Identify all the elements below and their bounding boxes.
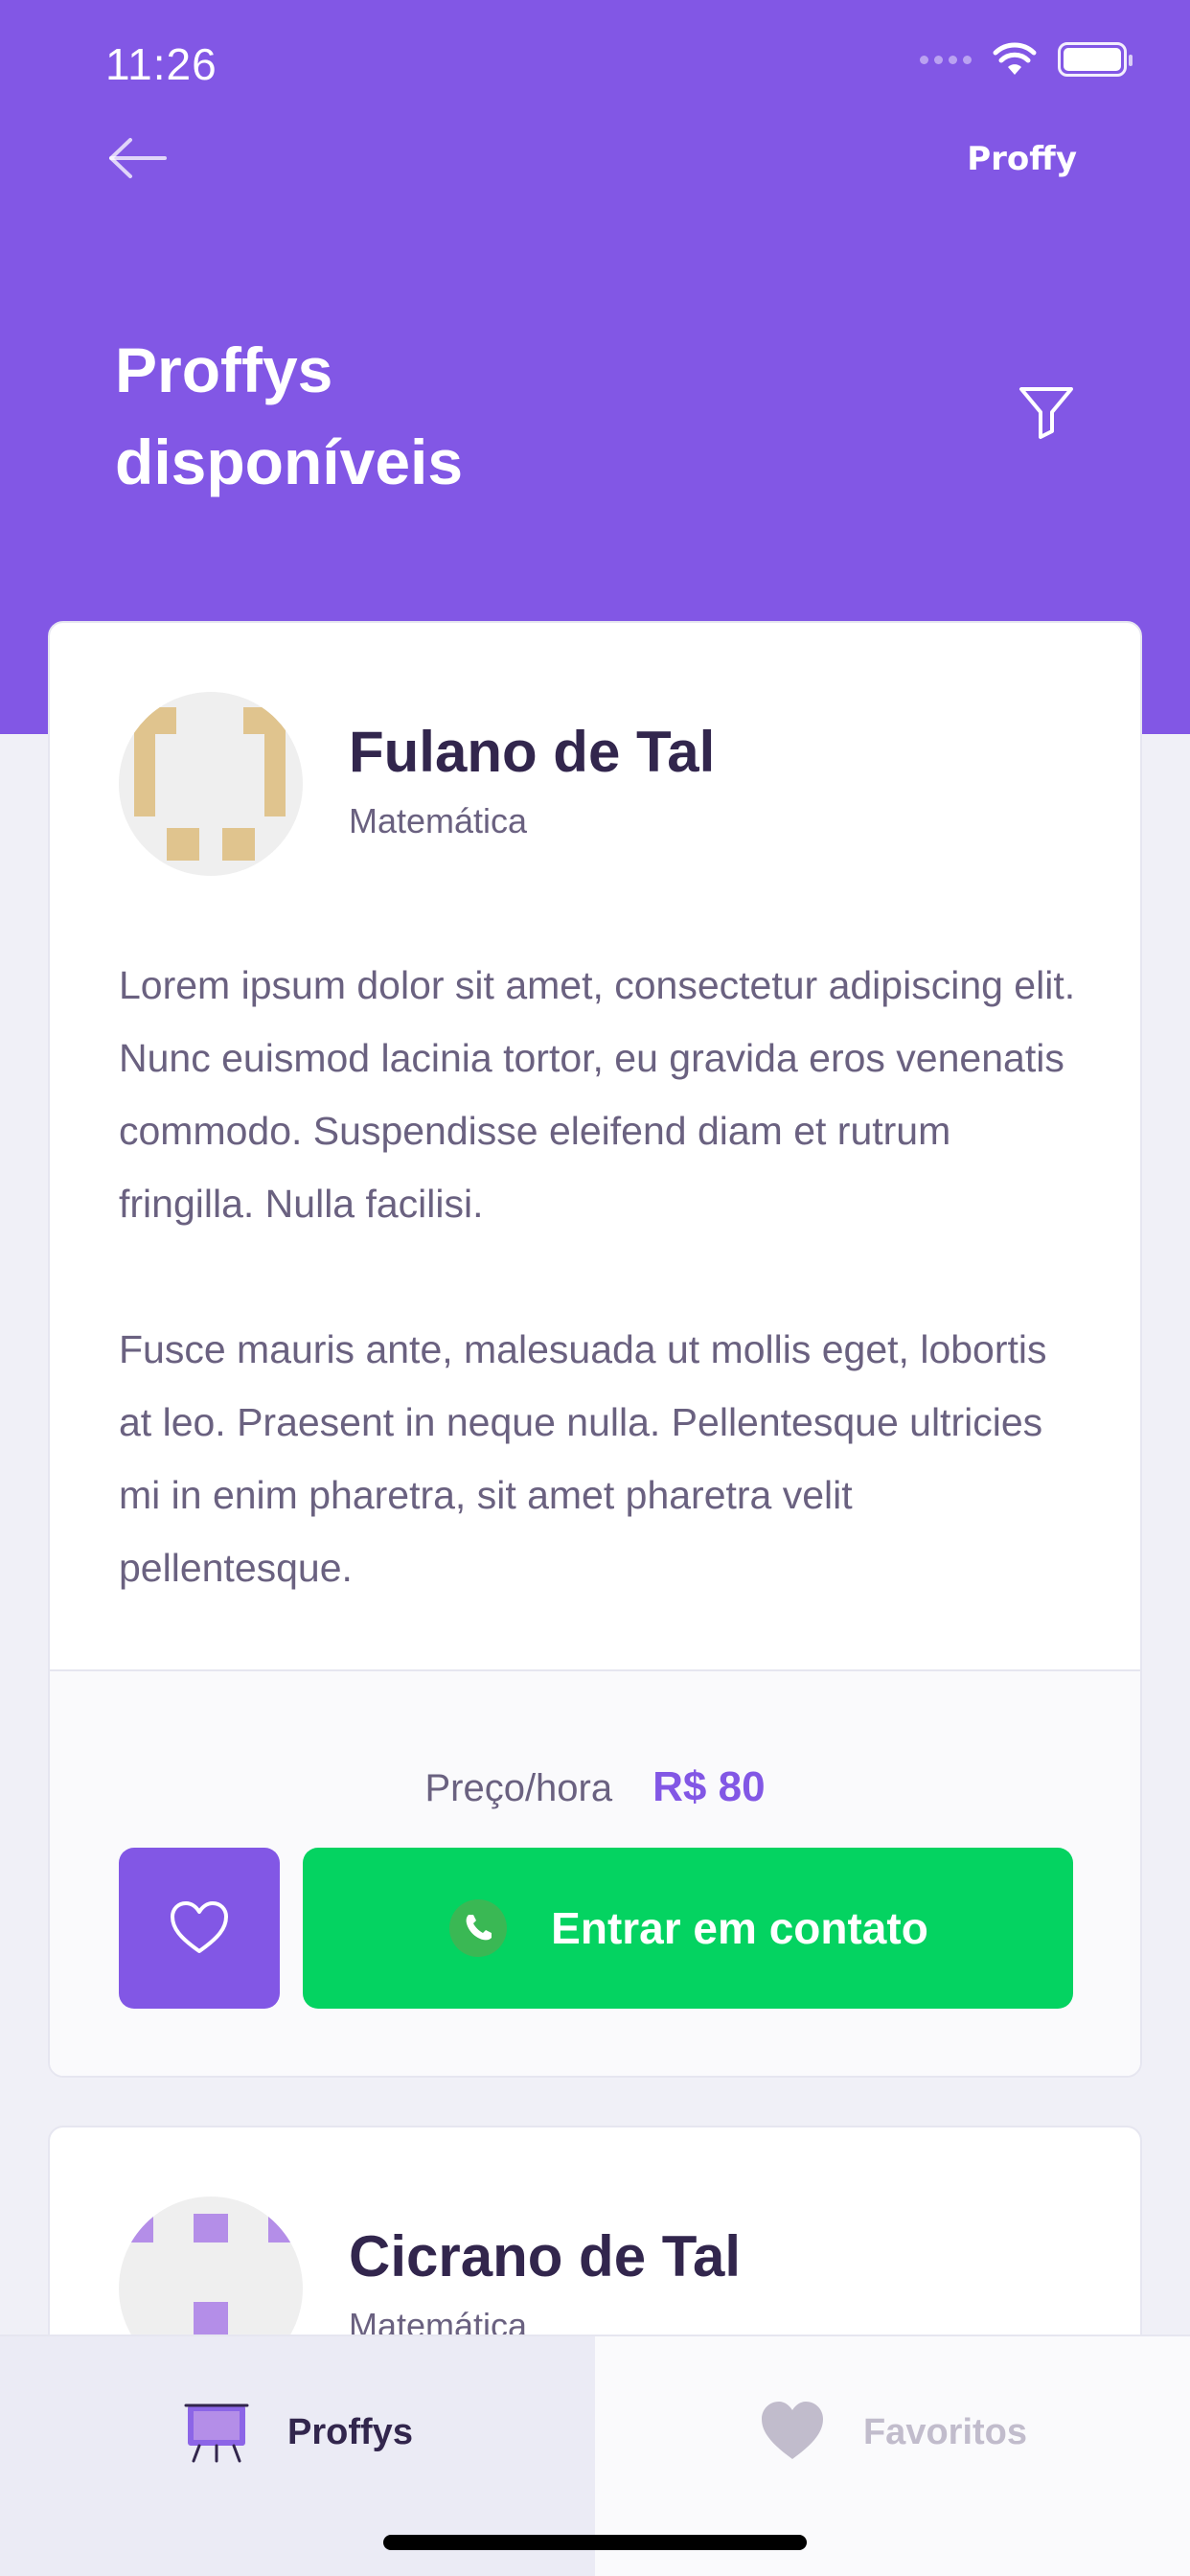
easel-icon <box>184 2404 249 2463</box>
teacher-bio: Lorem ipsum dolor sit amet, consectetur … <box>119 949 1077 1604</box>
card-footer: Preço/hora R$ 80 Entrar em contato <box>50 1669 1140 2076</box>
home-indicator <box>383 2535 807 2550</box>
avatar <box>119 692 303 876</box>
price-value: R$ 80 <box>652 1763 766 1810</box>
teacher-name: Fulano de Tal <box>349 720 716 784</box>
tab-label: Proffys <box>287 2411 413 2452</box>
cellular-signal-icon <box>920 55 972 64</box>
tab-label: Favoritos <box>862 2411 1028 2452</box>
favorite-button[interactable] <box>119 1848 280 2009</box>
heart-outline-icon <box>171 1901 228 1953</box>
status-indicators <box>920 42 1133 77</box>
price-label: Preço/hora <box>424 1767 613 1809</box>
page-title-line-2: disponíveis <box>115 426 464 497</box>
teacher-name: Cicrano de Tal <box>349 2224 741 2288</box>
filter-icon[interactable] <box>1016 381 1077 443</box>
heart-icon <box>761 2402 823 2459</box>
back-button[interactable] <box>105 134 172 182</box>
contact-button[interactable]: Entrar em contato <box>303 1848 1073 2009</box>
teacher-subject: Matemática <box>349 801 528 840</box>
battery-icon <box>1058 42 1133 77</box>
contact-label: Entrar em contato <box>551 1903 928 1953</box>
status-time: 11:26 <box>105 39 217 89</box>
whatsapp-icon <box>449 1899 508 1957</box>
bio-paragraph: Lorem ipsum dolor sit amet, consectetur … <box>119 963 1076 1226</box>
price-row: Preço/hora R$ 80 <box>50 1763 1140 1811</box>
page-title: Proffys disponíveis <box>115 324 613 508</box>
page-title-line-1: Proffys <box>115 334 333 405</box>
wifi-icon <box>993 42 1037 75</box>
teacher-card: Fulano de Tal Matemática Lorem ipsum dol… <box>48 621 1142 2078</box>
bio-paragraph: Fusce mauris ante, malesuada ut mollis e… <box>119 1327 1047 1590</box>
proffy-logo: Proffy <box>967 140 1077 178</box>
